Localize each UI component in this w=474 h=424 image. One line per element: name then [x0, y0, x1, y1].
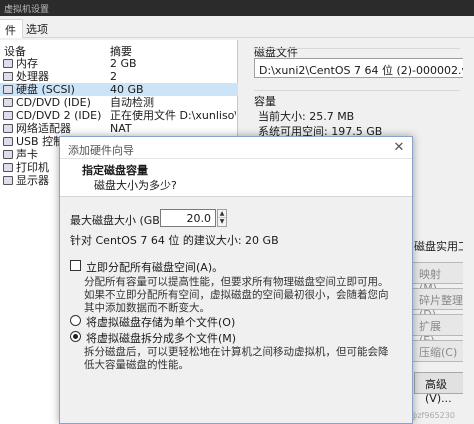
sound-icon — [3, 150, 13, 159]
device-list-header: 设备 摘要 — [0, 43, 238, 58]
device-row-cd-dvd[interactable]: CD/DVD (IDE) 自动检测 — [0, 96, 238, 109]
recommended-size: 针对 CentOS 7 64 位 的建议大小: 20 GB — [70, 234, 279, 247]
printer-icon — [3, 163, 13, 172]
current-size: 当前大小: 25.7 MB — [258, 110, 355, 123]
max-size-stepper[interactable]: ▲ ▼ — [217, 209, 227, 227]
device-name: CD/DVD (IDE) — [16, 96, 91, 109]
dialog-title-bar: 添加硬件向导 ✕ — [60, 137, 412, 159]
divider — [254, 48, 460, 49]
spin-down-icon[interactable]: ▼ — [218, 218, 226, 226]
device-name: 内存 — [16, 57, 38, 70]
usb-icon — [3, 137, 13, 146]
allocate-all-checkbox[interactable] — [70, 260, 81, 271]
dialog-subheading: 磁盘大小为多少? — [94, 179, 177, 192]
cpu-icon — [3, 72, 13, 81]
hard-disk-icon — [3, 85, 13, 94]
device-summary: NAT — [110, 122, 132, 135]
device-row-cd-dvd-2[interactable]: CD/DVD 2 (IDE) 正在使用文件 D:\xunliso\Cent... — [0, 109, 238, 122]
tab-bar: 件 选项 — [0, 16, 474, 38]
dialog-heading: 指定磁盘容量 — [82, 164, 148, 177]
device-row-hard-disk[interactable]: 硬盘 (SCSI) 40 GB — [0, 83, 238, 96]
device-name: 硬盘 (SCSI) — [16, 83, 75, 96]
divider — [254, 90, 460, 91]
device-summary: 2 — [110, 70, 117, 83]
device-summary: 正在使用文件 D:\xunliso\Cent... — [110, 109, 236, 122]
device-name: 网络适配器 — [16, 122, 71, 135]
add-hardware-wizard: 添加硬件向导 ✕ 指定磁盘容量 磁盘大小为多少? 最大磁盘大小 (GB)(S):… — [59, 136, 413, 424]
cd-dvd-icon — [3, 98, 13, 107]
dialog-title: 添加硬件向导 — [68, 144, 134, 157]
window-title: 虚拟机设置 — [4, 5, 50, 15]
scrollbar[interactable] — [463, 40, 474, 424]
display-icon — [3, 176, 13, 185]
network-icon — [3, 124, 13, 133]
spin-up-icon[interactable]: ▲ — [218, 210, 226, 218]
window-title-bar: 虚拟机设置 — [0, 0, 474, 16]
cd-dvd-icon — [3, 111, 13, 120]
max-size-input[interactable]: 20.0 — [160, 209, 216, 227]
allocate-all-description: 分配所有容量可以提高性能，但要求所有物理磁盘空间立即可用。如果不立即分配所有空间… — [84, 276, 389, 314]
allocate-all-label[interactable]: 立即分配所有磁盘空间(A)。 — [86, 259, 223, 275]
memory-icon — [3, 59, 13, 68]
disk-file-path: D:\xuni2\CentOS 7 64 位 (2)-000002.vmdk — [254, 58, 472, 78]
split-files-label[interactable]: 将虚拟磁盘拆分成多个文件(M) — [86, 330, 236, 346]
dialog-header: 指定磁盘容量 磁盘大小为多少? — [60, 159, 412, 197]
device-summary: 2 GB — [110, 57, 137, 70]
close-icon[interactable]: ✕ — [390, 140, 408, 156]
device-summary: 自动检测 — [110, 96, 154, 109]
device-summary: 40 GB — [110, 83, 144, 96]
tab-options[interactable]: 选项 — [20, 19, 54, 38]
split-files-description: 拆分磁盘后，可以更轻松地在计算机之间移动虚拟机，但可能会降低大容量磁盘的性能。 — [84, 346, 389, 371]
split-files-radio[interactable] — [70, 331, 81, 342]
single-file-radio[interactable] — [70, 315, 81, 326]
device-row-memory[interactable]: 内存 2 GB — [0, 57, 238, 70]
device-row-processor[interactable]: 处理器 2 — [0, 70, 238, 83]
device-name: CD/DVD 2 (IDE) — [16, 109, 102, 122]
device-row-network[interactable]: 网络适配器 NAT — [0, 122, 238, 135]
capacity-label: 容量 — [254, 95, 276, 108]
device-name: 处理器 — [16, 70, 49, 83]
single-file-label[interactable]: 将虚拟磁盘存储为单个文件(O) — [86, 314, 235, 330]
